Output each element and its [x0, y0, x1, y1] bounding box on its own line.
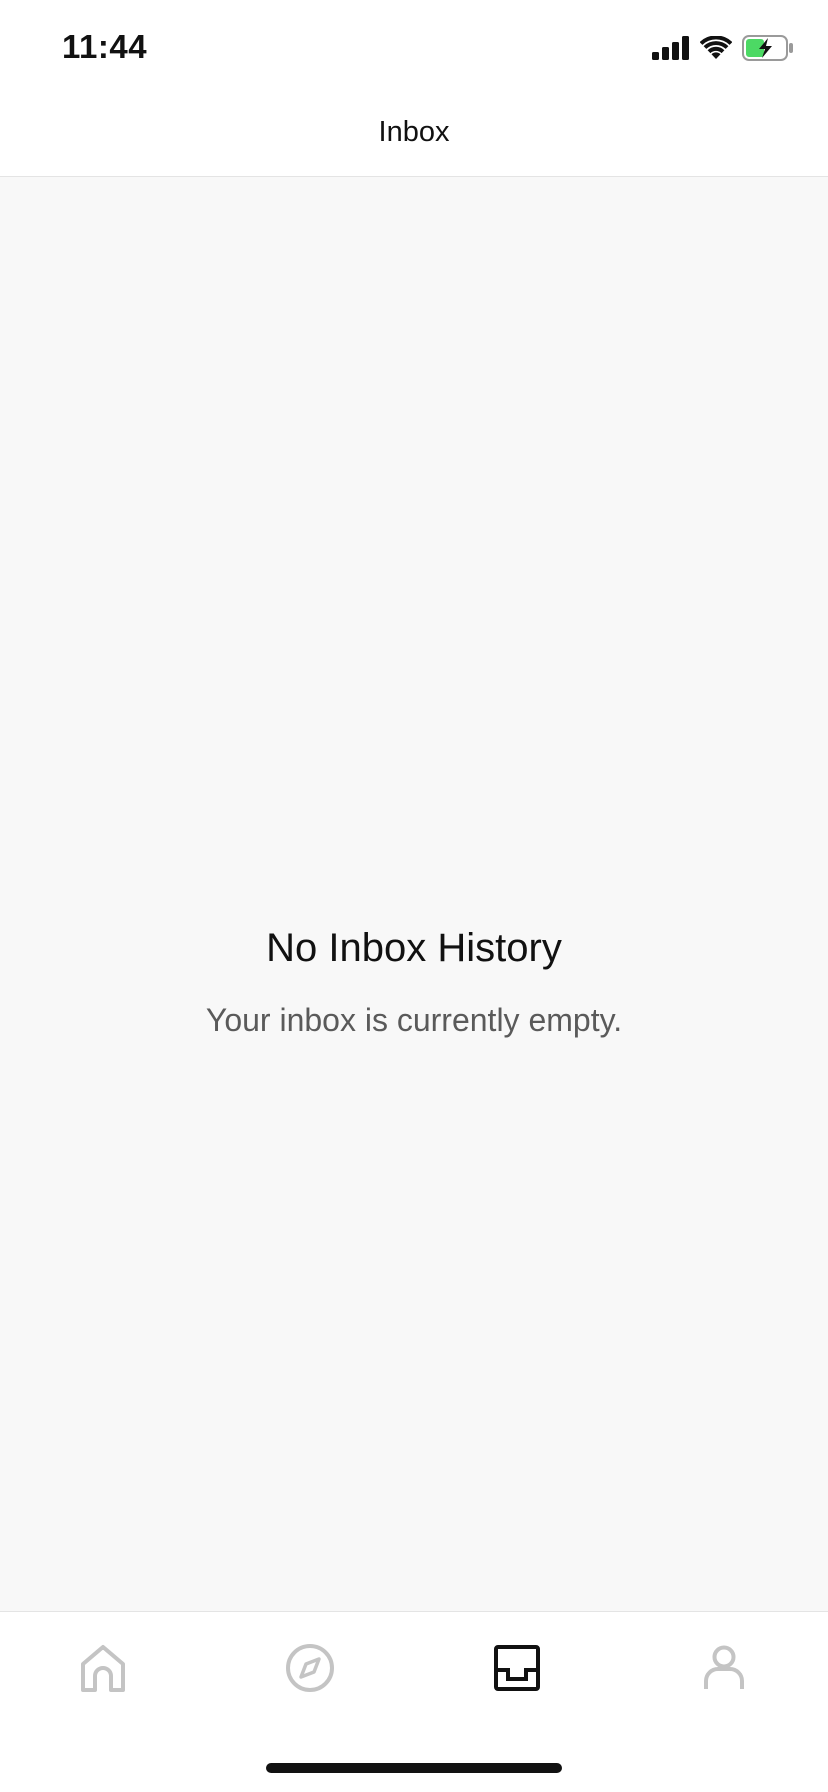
status-icons [652, 34, 794, 66]
tab-home[interactable] [75, 1642, 131, 1698]
battery-charging-icon [742, 34, 794, 66]
tab-profile[interactable] [696, 1642, 752, 1698]
tab-inbox[interactable] [489, 1642, 545, 1698]
page-title: Inbox [378, 115, 450, 148]
empty-state: No Inbox History Your inbox is currently… [0, 924, 828, 1040]
inbox-content: No Inbox History Your inbox is currently… [0, 177, 828, 1611]
status-time: 11:44 [62, 28, 148, 65]
home-icon [79, 1644, 127, 1697]
inbox-screen: 11:44 Inbox No Inbox History Your inbox … [0, 0, 828, 1792]
wifi-icon [699, 34, 733, 65]
home-indicator [266, 1763, 562, 1773]
nav-bar: Inbox [0, 96, 828, 177]
status-bar: 11:44 [0, 0, 828, 96]
empty-state-title: No Inbox History [266, 926, 562, 970]
empty-state-subtitle: Your inbox is currently empty. [205, 1002, 623, 1038]
compass-icon [285, 1643, 335, 1698]
person-icon [703, 1645, 745, 1696]
inbox-tray-icon [494, 1644, 540, 1696]
signal-icon [652, 35, 690, 65]
tab-discover[interactable] [282, 1642, 338, 1698]
